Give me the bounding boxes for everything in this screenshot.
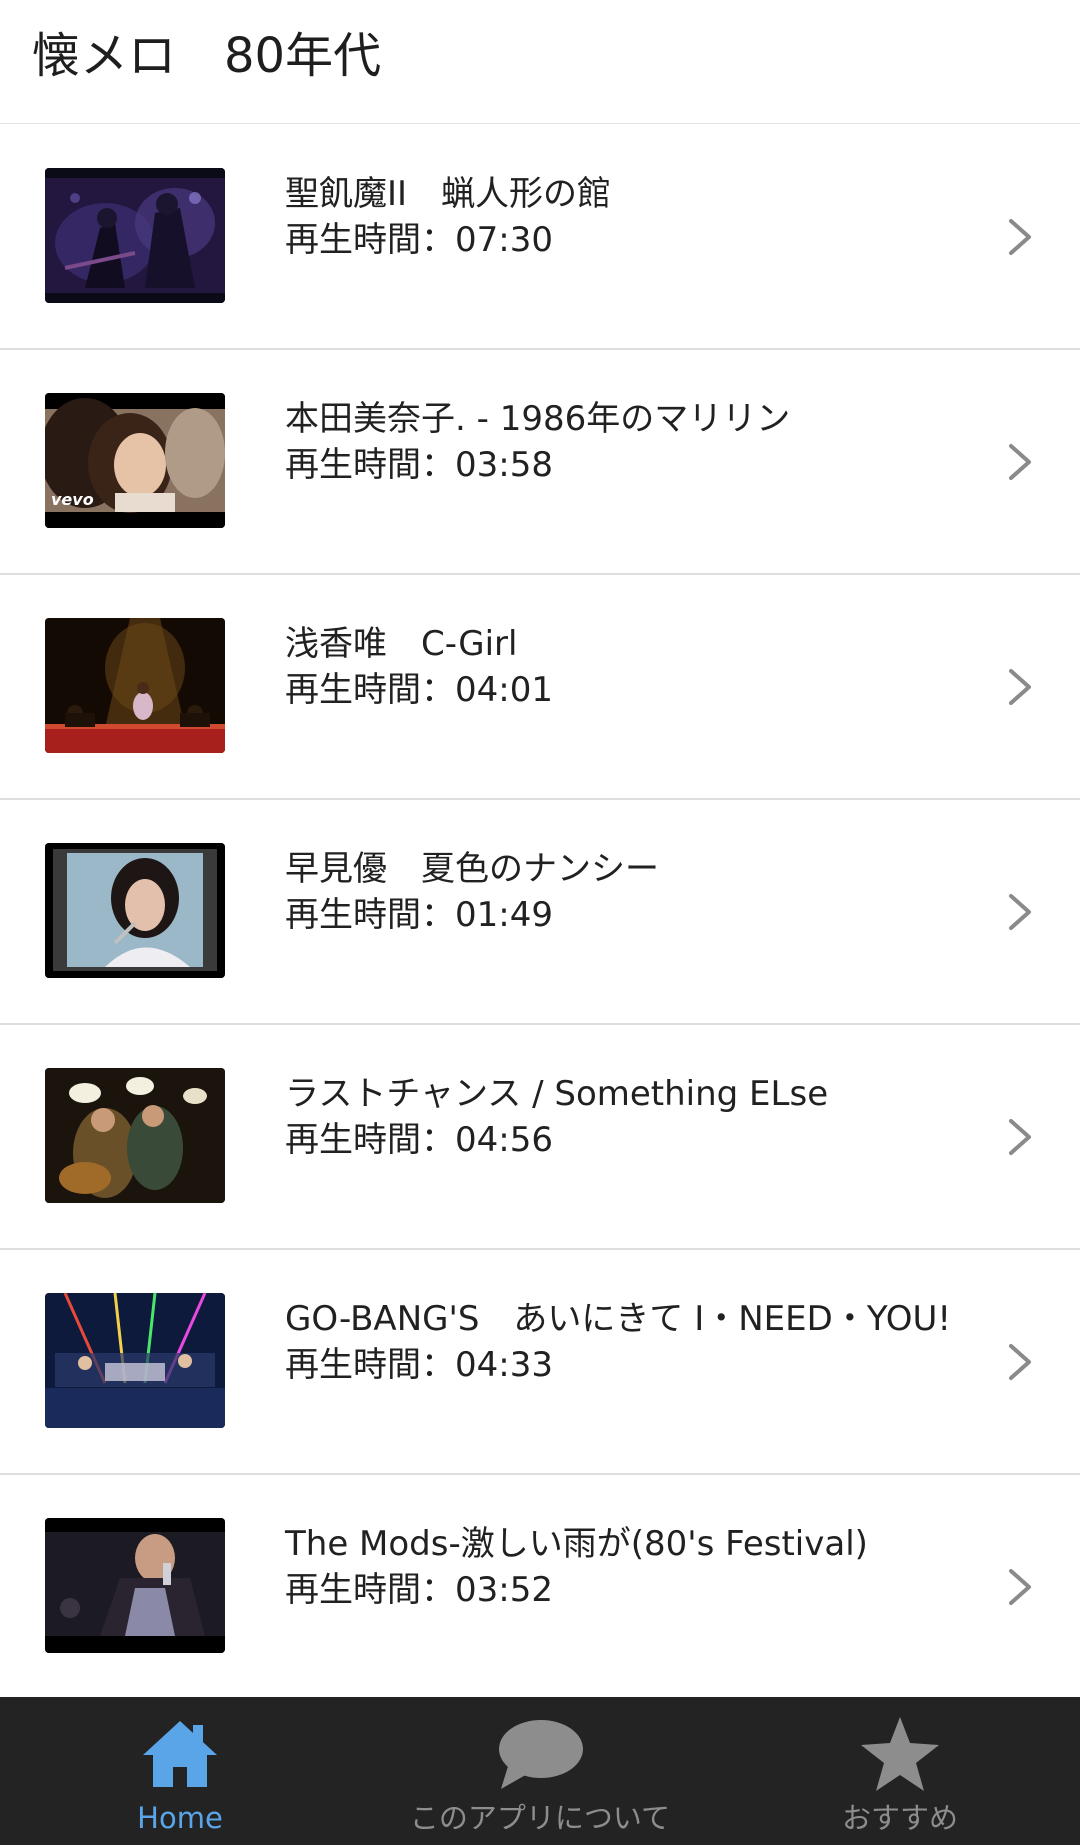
video-thumbnail bbox=[45, 1518, 225, 1653]
song-duration: 再生時間：04:01 bbox=[285, 670, 553, 710]
song-title: The Mods-激しい雨が(80's Festival) bbox=[285, 1524, 868, 1564]
list-item[interactable]: 早見優 夏色のナンシー 再生時間：01:49 bbox=[0, 800, 1080, 1025]
song-duration: 再生時間：03:52 bbox=[285, 1570, 553, 1610]
chevron-right-icon bbox=[1009, 669, 1031, 705]
song-duration: 再生時間：01:49 bbox=[285, 895, 553, 935]
video-thumbnail: vevo bbox=[45, 393, 225, 528]
list-item[interactable]: 聖飢魔II 蝋人形の館 再生時間：07:30 bbox=[0, 125, 1080, 350]
tab-about-label: このアプリについて bbox=[409, 1801, 671, 1835]
tab-recommended-label: おすすめ bbox=[841, 1801, 958, 1835]
list-item[interactable]: 浅香唯 C-Girl 再生時間：04:01 bbox=[0, 575, 1080, 800]
video-thumbnail bbox=[45, 618, 225, 753]
song-title: ラストチャンス / Something ELse bbox=[285, 1074, 829, 1114]
list-item[interactable]: vevo 本田美奈子. - 1986年のマリリン 再生時間：03:58 bbox=[0, 350, 1080, 575]
video-thumbnail bbox=[45, 1068, 225, 1203]
song-title: 浅香唯 C-Girl bbox=[285, 624, 518, 664]
chevron-right-icon bbox=[1009, 1119, 1031, 1155]
song-title: 聖飢魔II 蝋人形の館 bbox=[285, 174, 612, 214]
tab-about[interactable]: このアプリについて bbox=[360, 1697, 720, 1845]
song-duration: 再生時間：04:56 bbox=[285, 1120, 553, 1160]
video-thumbnail bbox=[45, 168, 225, 303]
list-item[interactable]: ラストチャンス / Something ELse 再生時間：04:56 bbox=[0, 1025, 1080, 1250]
page-title: 懐メロ 80年代 bbox=[32, 28, 382, 84]
bottom-navigation: Home このアプリについて おすすめ bbox=[0, 1697, 1080, 1845]
vevo-logo: vevo bbox=[51, 490, 94, 509]
video-thumbnail bbox=[45, 843, 225, 978]
song-title: 早見優 夏色のナンシー bbox=[285, 849, 659, 889]
list-item[interactable]: The Mods-激しい雨が(80's Festival) 再生時間：03:52 bbox=[0, 1475, 1080, 1700]
song-list: 聖飢魔II 蝋人形の館 再生時間：07:30 vevo 本田美奈子. - 198… bbox=[0, 125, 1080, 1700]
song-duration: 再生時間：03:58 bbox=[285, 445, 553, 485]
chevron-right-icon bbox=[1009, 1344, 1031, 1380]
video-thumbnail bbox=[45, 1293, 225, 1428]
song-duration: 再生時間：04:33 bbox=[285, 1345, 553, 1385]
chevron-right-icon bbox=[1009, 444, 1031, 480]
speech-bubble-icon bbox=[499, 1720, 583, 1789]
chevron-right-icon bbox=[1009, 894, 1031, 930]
list-item[interactable]: GO-BANG'S あいにきて I・NEED・YOU! 再生時間：04:33 bbox=[0, 1250, 1080, 1475]
tab-home-label: Home bbox=[137, 1801, 223, 1835]
chevron-right-icon bbox=[1009, 219, 1031, 255]
song-title: 本田美奈子. - 1986年のマリリン bbox=[285, 399, 791, 439]
tab-recommended[interactable]: おすすめ bbox=[720, 1697, 1080, 1845]
app-header: 懐メロ 80年代 bbox=[0, 0, 1080, 124]
song-title: GO-BANG'S あいにきて I・NEED・YOU! bbox=[285, 1299, 952, 1339]
chevron-right-icon bbox=[1009, 1569, 1031, 1605]
tab-home[interactable]: Home bbox=[0, 1697, 360, 1845]
star-icon bbox=[861, 1717, 939, 1791]
song-duration: 再生時間：07:30 bbox=[285, 220, 553, 260]
home-icon bbox=[143, 1721, 217, 1787]
